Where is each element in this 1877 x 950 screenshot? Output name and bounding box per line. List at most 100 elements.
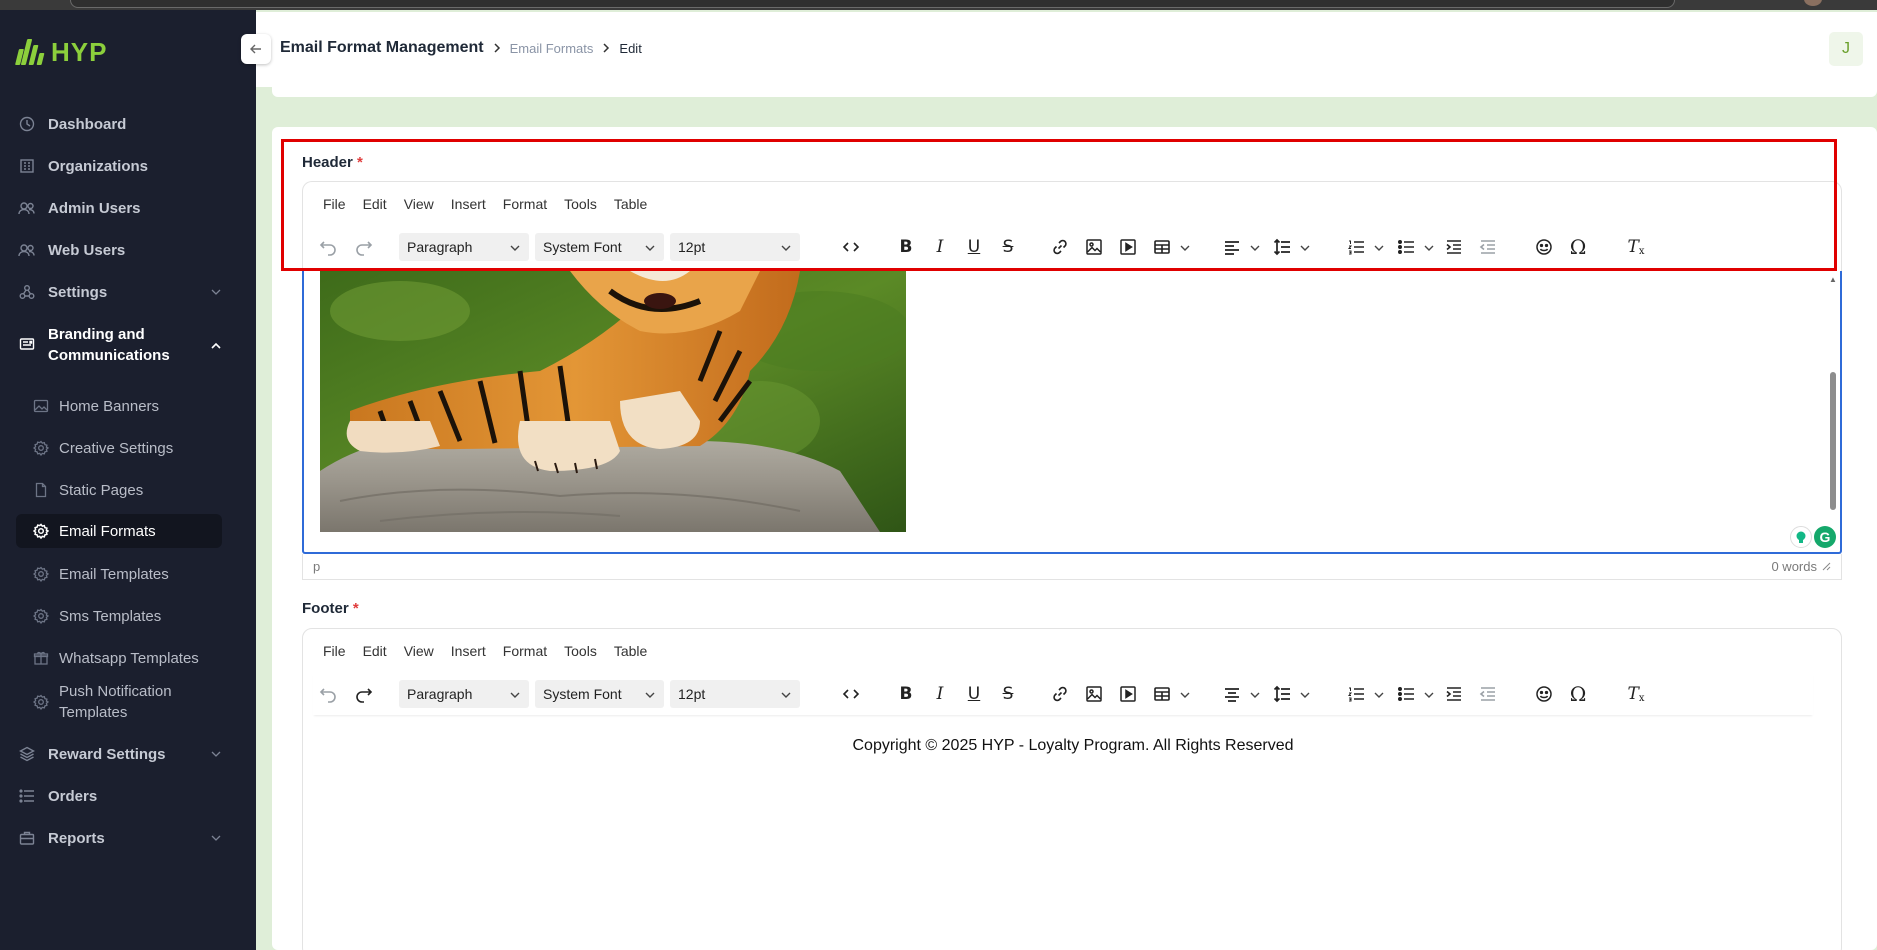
emoji-icon[interactable] <box>1529 232 1559 262</box>
redo-icon[interactable] <box>349 232 379 262</box>
undo-icon[interactable] <box>313 679 343 709</box>
menu-tools[interactable]: Tools <box>564 643 597 659</box>
editor-scrollbar[interactable]: ▲ <box>1828 271 1838 552</box>
chevron-right-icon <box>601 41 611 56</box>
line-height-menu-button[interactable] <box>1267 679 1311 709</box>
sidebar-item-admin-users[interactable]: Admin Users <box>18 198 224 218</box>
scroll-thumb[interactable] <box>1830 372 1836 510</box>
align-menu-button[interactable] <box>1217 232 1261 262</box>
breadcrumb-item[interactable]: Email Formats <box>510 41 594 56</box>
source-code-icon[interactable] <box>836 679 866 709</box>
lightbulb-icon[interactable] <box>1790 526 1812 548</box>
block-format-select[interactable]: Paragraph <box>399 680 529 708</box>
sidebar-item-web-users[interactable]: Web Users <box>18 240 224 260</box>
sidebar-subitem-email-templates[interactable]: Email Templates <box>32 564 222 584</box>
logo[interactable]: HYP <box>15 36 107 68</box>
image-icon[interactable] <box>1079 232 1109 262</box>
emoji-icon[interactable] <box>1529 679 1559 709</box>
sidebar-item-settings[interactable]: Settings <box>18 282 224 302</box>
media-icon[interactable] <box>1113 679 1143 709</box>
font-size-select[interactable]: 12pt <box>670 680 800 708</box>
menu-file[interactable]: File <box>323 196 346 212</box>
label-text: Footer <box>302 600 349 617</box>
grammarly-icon[interactable]: G <box>1814 526 1836 548</box>
numbered-list-menu-button[interactable] <box>1341 679 1385 709</box>
sidebar-subitem-sms-templates[interactable]: Sms Templates <box>32 606 222 626</box>
address-bar[interactable] <box>70 0 1675 8</box>
resize-handle-icon[interactable] <box>1821 559 1831 574</box>
menu-file[interactable]: File <box>323 643 346 659</box>
menu-table[interactable]: Table <box>614 196 647 212</box>
element-path[interactable]: p <box>313 559 320 574</box>
link-icon[interactable] <box>1045 679 1075 709</box>
sidebar-subitem-label: Creative Settings <box>59 439 174 457</box>
word-count[interactable]: 0 words <box>1771 559 1817 574</box>
sidebar-item-dashboard[interactable]: Dashboard <box>18 114 224 134</box>
numbered-list-menu-button[interactable] <box>1341 232 1385 262</box>
indent-icon[interactable] <box>1439 232 1469 262</box>
sidebar-item-orders[interactable]: Orders <box>18 786 224 806</box>
align-menu-button[interactable] <box>1217 679 1261 709</box>
underline-icon[interactable]: U <box>959 679 989 709</box>
sidebar-subitem-whatsapp-templates[interactable]: Whatsapp Templates <box>32 648 222 668</box>
clear-formatting-icon[interactable]: Tx <box>1621 679 1651 709</box>
italic-icon[interactable]: I <box>925 679 955 709</box>
undo-icon[interactable] <box>313 232 343 262</box>
avatar[interactable]: J <box>1829 32 1863 66</box>
browser-profile-icon[interactable] <box>1804 0 1822 6</box>
link-icon[interactable] <box>1045 232 1075 262</box>
underline-icon[interactable]: U <box>959 232 989 262</box>
breadcrumb-item[interactable]: Email Format Management <box>280 39 484 57</box>
menu-insert[interactable]: Insert <box>451 196 486 212</box>
sidebar-subitem-email-formats[interactable]: Email Formats <box>16 514 222 548</box>
outdent-icon[interactable] <box>1473 679 1503 709</box>
font-size-select[interactable]: 12pt <box>670 233 800 261</box>
strikethrough-icon[interactable]: S <box>993 679 1023 709</box>
bullet-list-menu-button[interactable] <box>1391 232 1435 262</box>
collapse-sidebar-button[interactable] <box>241 34 271 64</box>
indent-icon[interactable] <box>1439 679 1469 709</box>
sidebar-item-reports[interactable]: Reports <box>18 828 224 848</box>
menu-edit[interactable]: Edit <box>363 643 387 659</box>
outdent-icon[interactable] <box>1473 232 1503 262</box>
bold-icon[interactable]: B <box>891 679 921 709</box>
menu-table[interactable]: Table <box>614 643 647 659</box>
menu-insert[interactable]: Insert <box>451 643 486 659</box>
menu-view[interactable]: View <box>404 643 434 659</box>
sidebar-subitem-push-notification-templates[interactable]: Push Notification Templates <box>32 680 222 724</box>
sidebar-item-branding-and-communications[interactable]: Branding and Communications <box>18 324 224 368</box>
menu-tools[interactable]: Tools <box>564 196 597 212</box>
italic-icon[interactable]: I <box>925 232 955 262</box>
chevron-right-icon <box>492 41 502 56</box>
media-icon[interactable] <box>1113 232 1143 262</box>
bullet-list-menu-button[interactable] <box>1391 679 1435 709</box>
menu-format[interactable]: Format <box>503 196 547 212</box>
sidebar-item-organizations[interactable]: Organizations <box>18 156 224 176</box>
image-icon[interactable] <box>1079 679 1109 709</box>
scroll-up-icon[interactable]: ▲ <box>1829 275 1837 284</box>
sidebar-item-reward-settings[interactable]: Reward Settings <box>18 744 224 764</box>
sidebar-subitem-creative-settings[interactable]: Creative Settings <box>32 438 222 458</box>
line-height-menu-button[interactable] <box>1267 232 1311 262</box>
table-menu-button[interactable] <box>1147 679 1191 709</box>
block-format-select[interactable]: Paragraph <box>399 233 529 261</box>
redo-icon[interactable] <box>349 679 379 709</box>
font-family-select[interactable]: System Font <box>535 233 664 261</box>
clear-formatting-icon[interactable]: Tx <box>1621 232 1651 262</box>
gear-icon <box>32 565 50 583</box>
bold-icon[interactable]: B <box>891 232 921 262</box>
font-family-select[interactable]: System Font <box>535 680 664 708</box>
menu-format[interactable]: Format <box>503 643 547 659</box>
source-code-icon[interactable] <box>836 232 866 262</box>
menu-edit[interactable]: Edit <box>363 196 387 212</box>
strikethrough-icon[interactable]: S <box>993 232 1023 262</box>
footer-content[interactable]: Copyright © 2025 HYP - Loyalty Program. … <box>303 737 1843 755</box>
sidebar-subitem-home-banners[interactable]: Home Banners <box>32 396 222 416</box>
sidebar-subitem-static-pages[interactable]: Static Pages <box>32 480 222 500</box>
header-content-area[interactable]: ▲ G <box>302 271 1842 554</box>
table-menu-button[interactable] <box>1147 232 1191 262</box>
special-character-icon[interactable]: Ω <box>1563 232 1593 262</box>
select-value: Paragraph <box>407 686 473 702</box>
special-character-icon[interactable]: Ω <box>1563 679 1593 709</box>
menu-view[interactable]: View <box>404 196 434 212</box>
